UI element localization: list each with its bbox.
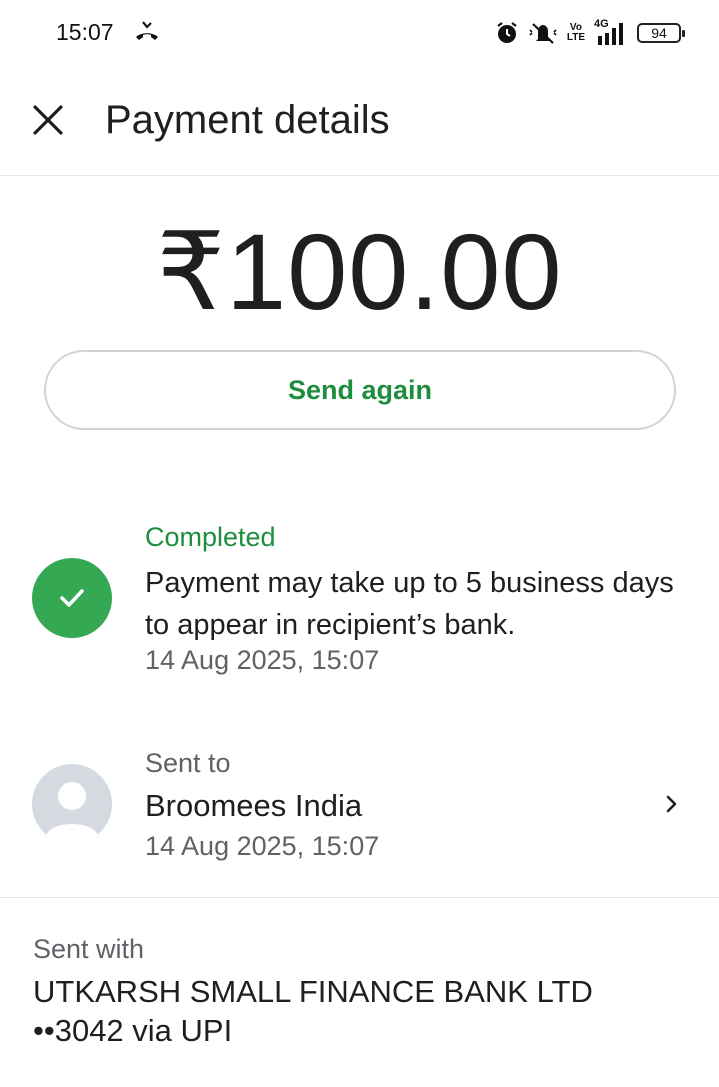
status-timestamp: 14 Aug 2025, 15:07	[145, 645, 380, 675]
recipient-timestamp: 14 Aug 2025, 15:07	[145, 831, 380, 861]
battery-level: 94	[651, 25, 667, 41]
bank-name: UTKARSH SMALL FINANCE BANK LTD	[33, 974, 593, 1009]
payment-amount: ₹100.00	[156, 211, 563, 332]
payment-details-screen: 15:07 Vo LTE 4G 94 Payment details ₹100.…	[0, 0, 719, 1087]
status-indicators: Vo LTE 4G 94	[495, 18, 685, 47]
sent-to-label: Sent to	[145, 748, 231, 778]
recipient-row[interactable]: Sent to Broomees India 14 Aug 2025, 15:0…	[0, 740, 719, 880]
missed-call-icon	[136, 21, 158, 40]
signal-indicator: 4G	[594, 18, 628, 46]
status-bar: 15:07 Vo LTE 4G 94	[0, 0, 719, 64]
avatar	[32, 764, 112, 844]
close-icon[interactable]	[30, 102, 66, 138]
status-label: Completed	[145, 522, 276, 552]
recipient-name: Broomees India	[145, 788, 363, 823]
person-icon	[46, 782, 98, 844]
send-again-label: Send again	[287, 374, 433, 405]
volte-indicator: Vo LTE	[567, 23, 585, 43]
app-header: Payment details	[0, 64, 719, 176]
check-icon	[60, 589, 84, 607]
mute-icon	[529, 23, 557, 44]
volte-bottom: LTE	[566, 32, 585, 43]
send-again-button[interactable]: Send again	[44, 350, 676, 430]
sent-with-label: Sent with	[33, 934, 145, 964]
alarm-icon	[497, 22, 517, 43]
chevron-right-icon[interactable]	[662, 792, 682, 816]
status-check-badge	[32, 558, 112, 638]
section-divider	[0, 897, 719, 898]
status-time: 15:07	[56, 19, 114, 45]
status-message: Payment may take up to 5 business days t…	[145, 567, 674, 641]
page-title: Payment details	[105, 98, 390, 142]
signal-icon	[598, 23, 623, 45]
bank-account: ••3042 via UPI	[33, 1013, 233, 1048]
battery-icon: 94	[637, 23, 685, 43]
